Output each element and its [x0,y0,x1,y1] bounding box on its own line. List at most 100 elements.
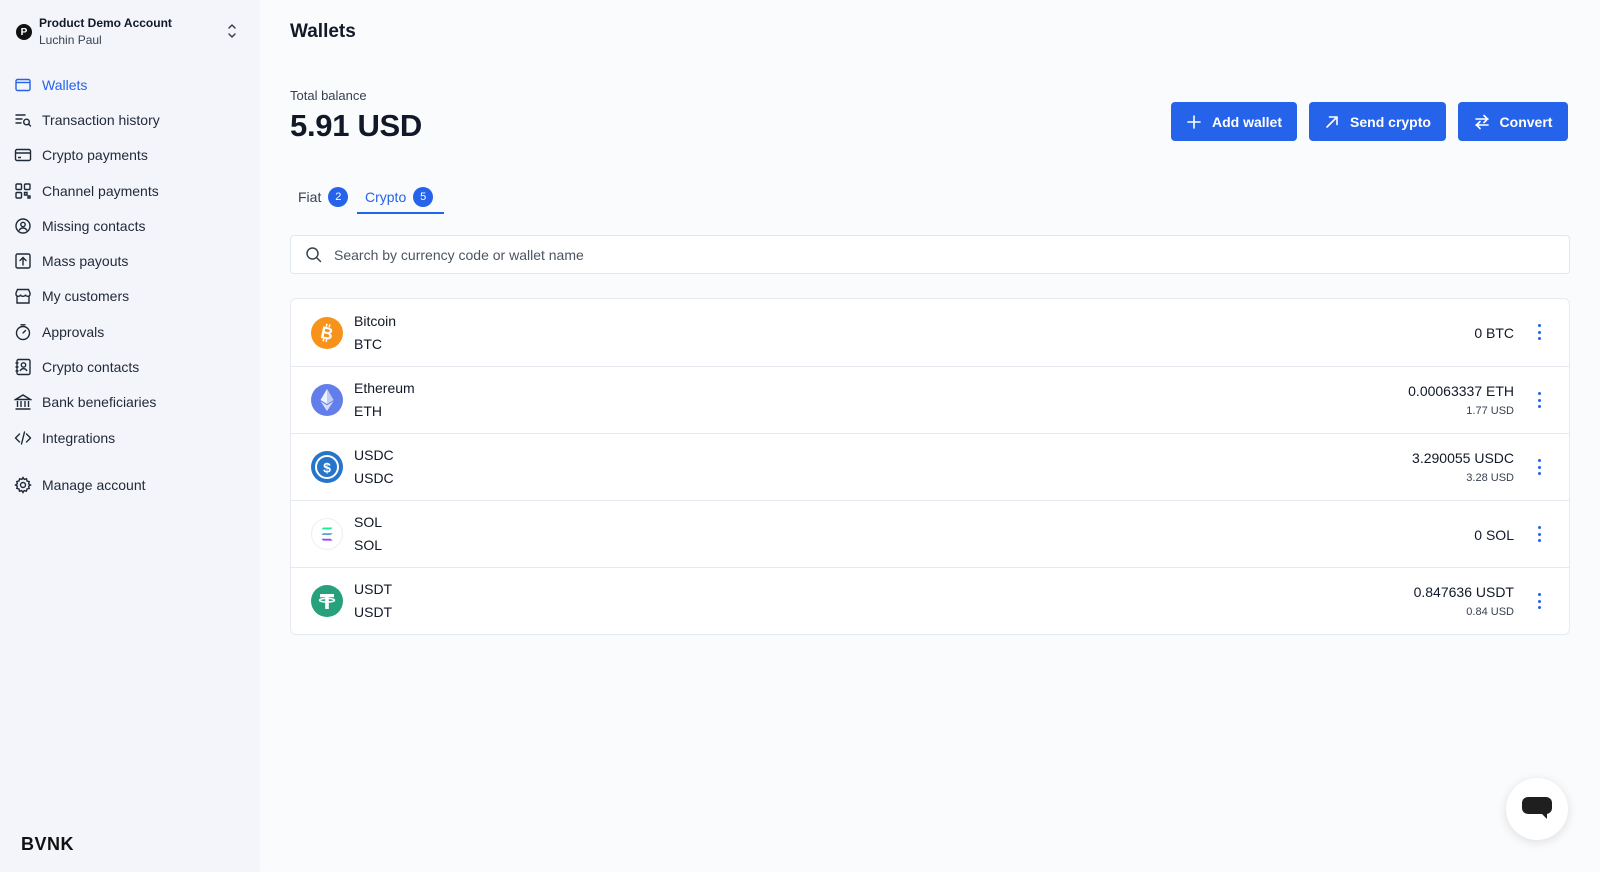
sidebar-item-manage-account[interactable]: Manage account [14,467,250,502]
add-wallet-button[interactable]: Add wallet [1171,102,1297,141]
more-options-icon[interactable] [1533,321,1545,343]
more-options-icon[interactable] [1533,456,1545,478]
wallet-name: USDC [354,447,394,463]
wallet-amounts: 3.290055 USDC 3.28 USD [1412,434,1514,501]
sidebar: P Product Demo Account Luchin Paul Walle… [0,0,260,872]
active-tab-indicator [357,212,444,214]
sidebar-item-crypto-payments[interactable]: Crypto payments [14,138,250,173]
bitcoin-icon: B [311,316,343,349]
sidebar-item-bank-beneficiaries[interactable]: Bank beneficiaries [14,385,250,420]
wallet-row-usdc[interactable]: $ USDC USDC 3.290055 USDC 3.28 USD [291,433,1569,500]
qr-grid-icon [15,182,31,199]
wallet-list: B Bitcoin BTC 0 BTC Ethereum ETH 0.00063… [290,298,1570,635]
search-icon [306,247,322,263]
sidebar-item-integrations[interactable]: Integrations [14,420,250,455]
card-icon [14,149,32,162]
wallet-code: USDT [354,604,393,620]
wallet-names: USDT USDT [354,578,392,624]
sidebar-item-label: Wallets [42,76,88,93]
wallet-fiat-value: 1.77 USD [1466,405,1514,417]
svg-text:$: $ [323,460,331,476]
wallet-names: Ethereum ETH [354,377,415,423]
convert-label: Convert [1499,113,1553,130]
wallet-row-sol[interactable]: SOL SOL 0 SOL [291,500,1569,567]
sidebar-item-label: Crypto contacts [42,359,140,376]
sidebar-item-label: Crypto payments [42,147,148,164]
wallet-name: Bitcoin [354,312,397,329]
more-options-icon[interactable] [1533,389,1545,411]
search-input[interactable] [334,246,1434,263]
wallet-code: BTC [354,335,382,352]
sidebar-item-missing-contacts[interactable]: Missing contacts [14,208,250,243]
wallet-name: SOL [354,514,383,530]
wallet-amount: 0.00063337 ETH [1408,383,1514,399]
wallet-amount: 0 SOL [1474,526,1514,543]
wallet-amounts: 0.00063337 ETH 1.77 USD [1408,367,1514,434]
wallet-amount: 3.290055 USDC [1412,450,1514,466]
sidebar-item-crypto-contacts[interactable]: Crypto contacts [14,349,250,384]
code-icon [14,430,32,445]
wallet-code: USDC [354,470,394,486]
wallet-amount: 0 BTC [1474,324,1514,341]
wallet-amount: 0.847636 USDT [1413,584,1514,600]
store-icon [15,289,31,305]
wallet-name: Ethereum [354,380,415,396]
user-name: Luchin Paul [39,33,102,47]
account-badge: P [16,24,32,40]
usdc-icon: $ [311,451,343,483]
arrow-up-right-icon [1326,115,1338,128]
more-options-icon[interactable] [1533,523,1545,545]
sidebar-item-approvals[interactable]: Approvals [14,314,250,349]
gear-icon [14,475,32,494]
sidebar-item-label: Mass payouts [42,253,129,270]
sidebar-item-label: Manage account [42,476,146,493]
wallet-amounts: 0.847636 USDT 0.84 USD [1413,568,1514,634]
sidebar-item-channel-payments[interactable]: Channel payments [14,173,250,208]
sidebar-item-label: Approvals [42,323,105,340]
sidebar-item-label: My customers [42,288,130,305]
page-title: Wallets [290,21,356,42]
search-bar [290,235,1570,274]
sidebar-item-transaction-history[interactable]: Transaction history [14,102,250,137]
account-switcher[interactable]: P Product Demo Account Luchin Paul [16,14,246,50]
ethereum-icon [311,384,343,416]
add-wallet-label: Add wallet [1211,113,1282,130]
wallet-fiat-value: 3.28 USD [1466,472,1514,484]
wallet-code: SOL [354,537,383,553]
wallet-row-eth[interactable]: Ethereum ETH 0.00063337 ETH 1.77 USD [291,366,1569,433]
sidebar-item-my-customers[interactable]: My customers [14,279,250,314]
plus-icon [1187,114,1201,129]
tab-label: Fiat [298,189,322,205]
account-names: Product Demo Account Luchin Paul [39,15,172,49]
total-balance-label: Total balance [290,88,367,103]
chat-launcher-button[interactable] [1506,778,1568,840]
wallet-names: USDC USDC [354,444,394,490]
timer-icon [15,323,31,340]
chevron-up-down-icon[interactable] [226,22,238,40]
sidebar-item-wallets[interactable]: Wallets [14,67,250,102]
tab-crypto[interactable]: Crypto 5 [365,180,434,214]
sidebar-item-mass-payouts[interactable]: Mass payouts [14,243,250,278]
wallet-code: ETH [354,403,382,419]
sidebar-nav: Wallets Transaction history Crypto payme… [14,67,250,494]
wallet-row-usdt[interactable]: USDT USDT 0.847636 USDT 0.84 USD [291,567,1569,634]
wallet-names: Bitcoin BTC [354,310,396,356]
tether-icon [311,585,343,617]
brand-logo: BVNK [21,834,75,854]
more-options-icon[interactable] [1533,590,1545,612]
convert-button[interactable]: Convert [1458,102,1568,141]
tab-label: Crypto [365,189,407,205]
wallet-row-btc[interactable]: B Bitcoin BTC 0 BTC [291,299,1569,366]
wallet-fiat-value: 0.84 USD [1466,606,1514,618]
send-crypto-button[interactable]: Send crypto [1309,102,1446,141]
wallet-amounts: 0 BTC [1474,299,1514,366]
bank-icon [14,394,32,411]
sidebar-item-label: Integrations [42,429,116,446]
total-balance-value: 5.91 USD [290,108,422,143]
tab-fiat[interactable]: Fiat 2 [298,180,349,214]
wallet-names: SOL SOL [354,511,382,557]
upload-box-icon [15,253,31,269]
sidebar-item-label: Transaction history [42,111,160,128]
sidebar-item-label: Bank beneficiaries [42,394,157,411]
tab-count-badge: 5 [413,187,434,207]
